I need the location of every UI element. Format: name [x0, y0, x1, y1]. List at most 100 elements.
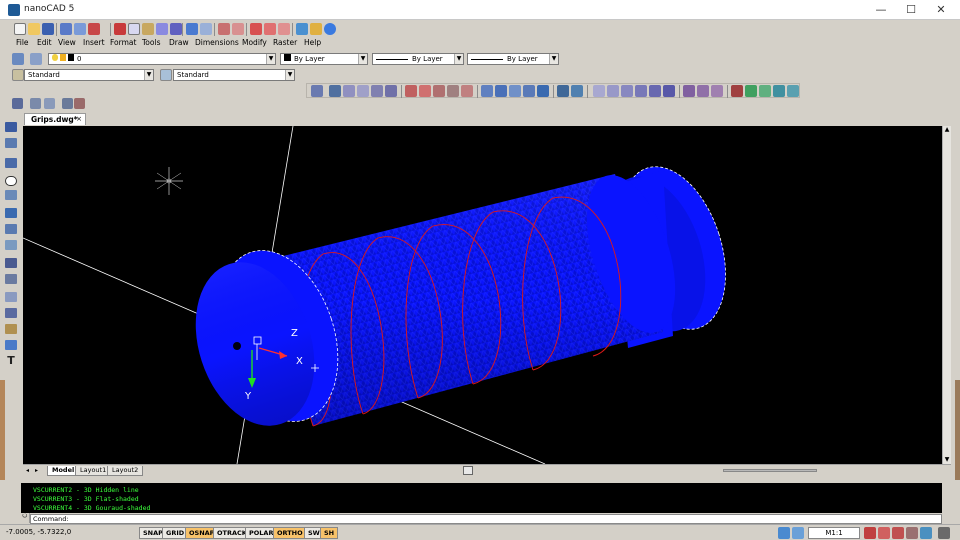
snap-insertion-icon[interactable]: [447, 85, 459, 97]
zoom-window-icon[interactable]: [250, 23, 262, 35]
print-icon[interactable]: [60, 23, 72, 35]
move-icon[interactable]: [557, 85, 569, 97]
text-style-icon[interactable]: [12, 69, 24, 81]
help-icon[interactable]: [324, 23, 336, 35]
undo-icon[interactable]: [186, 23, 198, 35]
orbit-icon[interactable]: [773, 85, 785, 97]
lineweight-combo[interactable]: By Layer ▼: [467, 53, 559, 65]
new-file-icon[interactable]: [14, 23, 26, 35]
tray-settings-icon[interactable]: [938, 527, 950, 539]
linetype-combo[interactable]: By Layer ▼: [372, 53, 464, 65]
horizontal-scrollbar[interactable]: [723, 469, 817, 472]
menu-edit[interactable]: Edit: [37, 38, 52, 47]
menu-file[interactable]: File: [16, 38, 29, 47]
text-style-combo[interactable]: Standard ▼: [24, 69, 154, 81]
rectangle-icon[interactable]: [5, 190, 17, 200]
command-input[interactable]: Command:: [30, 514, 942, 524]
document-tab[interactable]: Grips.dwg* ×: [24, 113, 86, 125]
snap-perpendicular-icon[interactable]: [461, 85, 473, 97]
snap-nearest-icon[interactable]: [495, 85, 507, 97]
color-combo[interactable]: By Layer ▼: [280, 53, 368, 65]
chevron-down-icon[interactable]: ▼: [358, 54, 367, 64]
menu-raster[interactable]: Raster: [273, 38, 297, 47]
tab-scroll-right-icon[interactable]: ▸: [35, 467, 38, 474]
save-icon[interactable]: [42, 23, 54, 35]
chevron-down-icon[interactable]: ▼: [549, 54, 558, 64]
annotation-scale[interactable]: M1:1: [808, 527, 860, 539]
snap-node-icon[interactable]: [385, 85, 397, 97]
snap-parallel-icon[interactable]: [509, 85, 521, 97]
close-tab-icon[interactable]: ×: [76, 114, 82, 125]
chevron-down-icon[interactable]: ▼: [285, 70, 294, 80]
print-preview-icon[interactable]: [74, 23, 86, 35]
line-icon[interactable]: [5, 122, 17, 132]
snap-midpoint-icon[interactable]: [357, 85, 369, 97]
close-button[interactable]: ✕: [926, 0, 956, 20]
menu-dimensions[interactable]: Dimensions: [195, 38, 239, 47]
array-icon[interactable]: [621, 85, 633, 97]
snap-extension-icon[interactable]: [433, 85, 445, 97]
sh-toggle[interactable]: SH: [320, 527, 339, 539]
text-icon[interactable]: T: [5, 355, 17, 366]
copy-clip-icon[interactable]: [170, 23, 182, 35]
snap-intersection-icon[interactable]: [419, 85, 431, 97]
zoom-extents-icon[interactable]: [278, 23, 290, 35]
scale-icon[interactable]: [635, 85, 647, 97]
snap-tangent-icon[interactable]: [481, 85, 493, 97]
snap-none-icon[interactable]: [537, 85, 549, 97]
dim-style-combo[interactable]: Standard ▼: [173, 69, 295, 81]
stretch-icon[interactable]: [649, 85, 661, 97]
zoom-icon[interactable]: [232, 23, 244, 35]
mtext-icon[interactable]: [5, 340, 17, 350]
publish-icon[interactable]: [88, 23, 100, 35]
model-space-canvas[interactable]: Z X Y: [22, 125, 942, 465]
menu-insert[interactable]: Insert: [83, 38, 105, 47]
circle-icon[interactable]: [5, 176, 17, 186]
block-define-icon[interactable]: [5, 324, 17, 334]
polyline-icon[interactable]: [5, 138, 17, 148]
zoom-extents-status-icon[interactable]: [906, 527, 918, 539]
design-center-icon[interactable]: [310, 23, 322, 35]
layer-manager-icon[interactable]: [12, 53, 24, 65]
insert-block-icon[interactable]: [44, 98, 55, 109]
region-icon[interactable]: [5, 292, 17, 302]
hatch-icon[interactable]: [5, 274, 17, 284]
menu-draw[interactable]: Draw: [169, 38, 189, 47]
ortho-toggle[interactable]: ORTHO: [273, 527, 307, 539]
dim-style-icon[interactable]: [160, 69, 172, 81]
menu-view[interactable]: View: [58, 38, 76, 47]
snap-quadrant-icon[interactable]: [405, 85, 417, 97]
minimize-button[interactable]: —: [866, 0, 896, 20]
ellipse-icon[interactable]: [5, 240, 17, 250]
paste-icon[interactable]: [142, 23, 154, 35]
fullscreen-icon[interactable]: [920, 527, 932, 539]
menu-help[interactable]: Help: [304, 38, 321, 47]
layer-combo[interactable]: 0 ▼: [48, 53, 276, 65]
chevron-down-icon[interactable]: ▼: [144, 70, 153, 80]
snap-settings-icon[interactable]: [311, 85, 323, 97]
extend-icon[interactable]: [683, 85, 695, 97]
drawing-viewport[interactable]: Z X Y: [22, 125, 942, 465]
spline-icon[interactable]: [5, 224, 17, 234]
explode-icon[interactable]: [731, 85, 743, 97]
pan-status-icon[interactable]: [892, 527, 904, 539]
match-properties-icon[interactable]: [156, 23, 168, 35]
render-icon[interactable]: [745, 85, 757, 97]
scroll-up-icon[interactable]: ▲: [943, 126, 951, 134]
tab-scroll-left-icon[interactable]: ◂: [26, 467, 29, 474]
mirror-icon[interactable]: [593, 85, 605, 97]
chevron-down-icon[interactable]: ▼: [454, 54, 463, 64]
offset-icon[interactable]: [607, 85, 619, 97]
properties-icon[interactable]: [296, 23, 308, 35]
cut-icon[interactable]: [114, 23, 126, 35]
redo-icon[interactable]: [200, 23, 212, 35]
menu-modify[interactable]: Modify: [242, 38, 267, 47]
copy-icon[interactable]: [128, 23, 140, 35]
menu-tools[interactable]: Tools: [142, 38, 160, 47]
break-icon[interactable]: [697, 85, 709, 97]
scroll-down-icon[interactable]: ▼: [943, 456, 951, 464]
rotate-icon[interactable]: [571, 85, 583, 97]
pan-icon[interactable]: [218, 23, 230, 35]
zoom-realtime-icon[interactable]: [864, 527, 876, 539]
zoom-previous-icon[interactable]: [264, 23, 276, 35]
